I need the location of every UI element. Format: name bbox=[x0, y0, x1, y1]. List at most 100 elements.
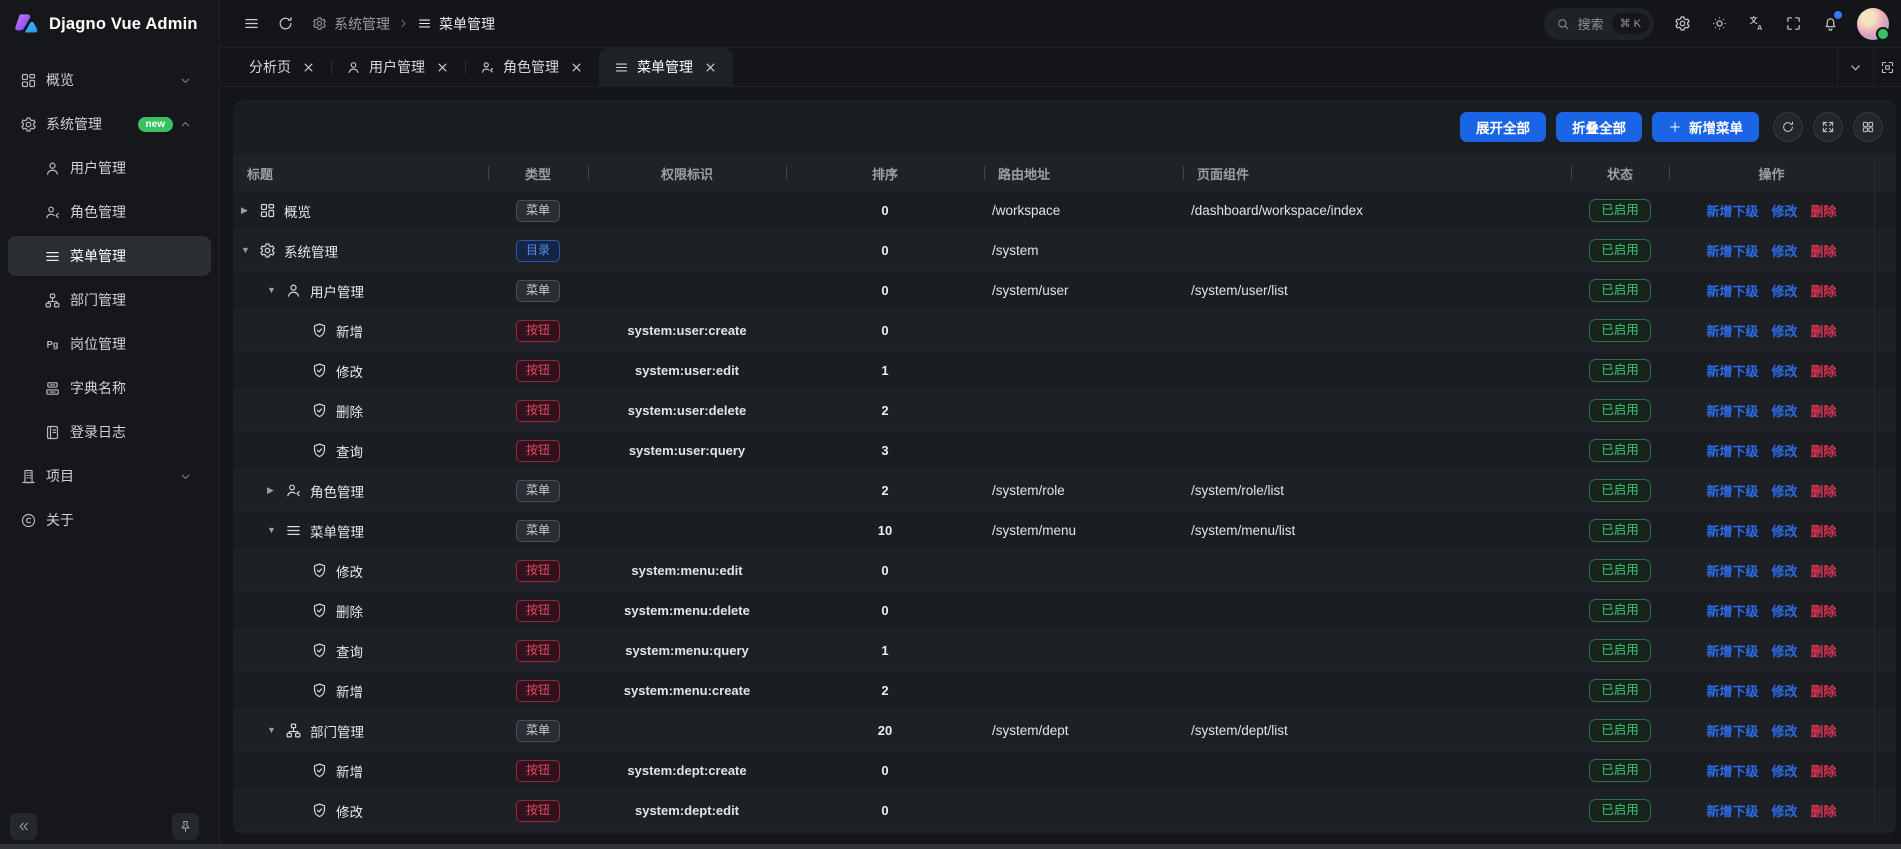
action-delete[interactable]: 删除 bbox=[1811, 721, 1837, 740]
expand-toggle[interactable]: ▼ bbox=[241, 246, 259, 255]
action-add-child[interactable]: 新增下级 bbox=[1706, 241, 1758, 260]
action-edit[interactable]: 修改 bbox=[1771, 241, 1797, 260]
action-delete[interactable]: 删除 bbox=[1811, 201, 1837, 220]
tab-users[interactable]: 用户管理 bbox=[331, 48, 465, 86]
action-add-child[interactable]: 新增下级 bbox=[1706, 441, 1758, 460]
breadcrumb-item-menu[interactable]: 菜单管理 bbox=[417, 14, 495, 34]
action-add-child[interactable]: 新增下级 bbox=[1706, 681, 1758, 700]
action-delete[interactable]: 删除 bbox=[1811, 441, 1837, 460]
action-add-child[interactable]: 新增下级 bbox=[1706, 601, 1758, 620]
sort-value: 0 bbox=[786, 203, 984, 218]
action-delete[interactable]: 删除 bbox=[1811, 401, 1837, 420]
action-add-child[interactable]: 新增下级 bbox=[1706, 481, 1758, 500]
action-edit[interactable]: 修改 bbox=[1771, 441, 1797, 460]
sidebar-item-概览[interactable]: 概览 bbox=[8, 60, 211, 100]
breadcrumb-item-system[interactable]: 系统管理 bbox=[312, 14, 390, 34]
tab-analysis[interactable]: 分析页 bbox=[234, 48, 331, 86]
search-input[interactable]: 搜索 ⌘ K bbox=[1544, 8, 1654, 40]
user-avatar[interactable] bbox=[1857, 8, 1889, 40]
action-delete[interactable]: 删除 bbox=[1811, 521, 1837, 540]
tab-close-icon[interactable] bbox=[703, 60, 718, 75]
action-add-child[interactable]: 新增下级 bbox=[1706, 401, 1758, 420]
action-add-child[interactable]: 新增下级 bbox=[1706, 201, 1758, 220]
table-row: 查询按钮system:user:query3已启用新增下级修改删除 bbox=[233, 431, 1896, 471]
sidebar-item-岗位管理[interactable]: Pg岗位管理 bbox=[8, 324, 211, 364]
action-add-child[interactable]: 新增下级 bbox=[1706, 321, 1758, 340]
expand-all-button[interactable]: 展开全部 bbox=[1460, 112, 1546, 142]
collapse-all-button[interactable]: 折叠全部 bbox=[1556, 112, 1642, 142]
action-delete[interactable]: 删除 bbox=[1811, 361, 1837, 380]
sidebar-item-用户管理[interactable]: 用户管理 bbox=[8, 148, 211, 188]
action-edit[interactable]: 修改 bbox=[1771, 721, 1797, 740]
sort-value: 0 bbox=[786, 563, 984, 578]
tab-roles[interactable]: 角色管理 bbox=[465, 48, 599, 86]
refresh-page-button[interactable] bbox=[268, 7, 302, 41]
action-add-child[interactable]: 新增下级 bbox=[1706, 281, 1758, 300]
notifications-button[interactable] bbox=[1813, 7, 1847, 41]
fullscreen-button[interactable] bbox=[1776, 7, 1810, 41]
action-add-child[interactable]: 新增下级 bbox=[1706, 721, 1758, 740]
theme-toggle-button[interactable] bbox=[1702, 7, 1736, 41]
action-edit[interactable]: 修改 bbox=[1771, 201, 1797, 220]
action-add-child[interactable]: 新增下级 bbox=[1706, 761, 1758, 780]
action-edit[interactable]: 修改 bbox=[1771, 481, 1797, 500]
action-add-child[interactable]: 新增下级 bbox=[1706, 561, 1758, 580]
sidebar-item-关于[interactable]: 关于 bbox=[8, 500, 211, 540]
add-menu-button[interactable]: 新增菜单 bbox=[1652, 112, 1759, 142]
action-edit[interactable]: 修改 bbox=[1771, 801, 1797, 820]
sidebar-item-项目[interactable]: 项目 bbox=[8, 456, 211, 496]
action-edit[interactable]: 修改 bbox=[1771, 761, 1797, 780]
action-edit[interactable]: 修改 bbox=[1771, 601, 1797, 620]
toggle-sidebar-button[interactable] bbox=[234, 7, 268, 41]
expand-toggle[interactable]: ▶ bbox=[267, 486, 285, 495]
expand-toggle[interactable]: ▼ bbox=[267, 526, 285, 535]
tab-close-icon[interactable] bbox=[569, 60, 584, 75]
refresh-table-button[interactable] bbox=[1773, 112, 1803, 142]
pin-sidebar-button[interactable] bbox=[172, 813, 199, 840]
sidebar-item-登录日志[interactable]: 登录日志 bbox=[8, 412, 211, 452]
expand-toggle[interactable]: ▼ bbox=[267, 726, 285, 735]
action-delete[interactable]: 删除 bbox=[1811, 481, 1837, 500]
sidebar-item-字典名称[interactable]: 字典名称 bbox=[8, 368, 211, 408]
action-edit[interactable]: 修改 bbox=[1771, 361, 1797, 380]
action-edit[interactable]: 修改 bbox=[1771, 281, 1797, 300]
action-delete[interactable]: 删除 bbox=[1811, 801, 1837, 820]
action-delete[interactable]: 删除 bbox=[1811, 681, 1837, 700]
language-button[interactable]: 文A bbox=[1739, 7, 1773, 41]
action-delete[interactable]: 删除 bbox=[1811, 321, 1837, 340]
action-delete[interactable]: 删除 bbox=[1811, 281, 1837, 300]
action-edit[interactable]: 修改 bbox=[1771, 521, 1797, 540]
column-settings-button[interactable] bbox=[1853, 112, 1883, 142]
action-add-child[interactable]: 新增下级 bbox=[1706, 521, 1758, 540]
action-delete[interactable]: 删除 bbox=[1811, 561, 1837, 580]
sidebar-item-部门管理[interactable]: 部门管理 bbox=[8, 280, 211, 320]
tab-close-icon[interactable] bbox=[301, 60, 316, 75]
expand-toggle[interactable]: ▼ bbox=[267, 286, 285, 295]
action-edit[interactable]: 修改 bbox=[1771, 681, 1797, 700]
sidebar-item-角色管理[interactable]: 角色管理 bbox=[8, 192, 211, 232]
action-delete[interactable]: 删除 bbox=[1811, 241, 1837, 260]
action-edit[interactable]: 修改 bbox=[1771, 561, 1797, 580]
tab-menus[interactable]: 菜单管理 bbox=[599, 48, 733, 86]
fullscreen-table-button[interactable] bbox=[1813, 112, 1843, 142]
action-edit[interactable]: 修改 bbox=[1771, 321, 1797, 340]
sidebar-item-菜单管理[interactable]: 菜单管理 bbox=[8, 236, 211, 276]
action-delete[interactable]: 删除 bbox=[1811, 601, 1837, 620]
action-delete[interactable]: 删除 bbox=[1811, 641, 1837, 660]
action-add-child[interactable]: 新增下级 bbox=[1706, 361, 1758, 380]
action-edit[interactable]: 修改 bbox=[1771, 401, 1797, 420]
hamburger-icon bbox=[243, 15, 260, 32]
collapse-sidebar-button[interactable] bbox=[10, 813, 37, 840]
expand-toggle[interactable]: ▶ bbox=[241, 206, 259, 215]
settings-button[interactable] bbox=[1665, 7, 1699, 41]
tab-close-icon[interactable] bbox=[435, 60, 450, 75]
action-add-child[interactable]: 新增下级 bbox=[1706, 641, 1758, 660]
action-add-child[interactable]: 新增下级 bbox=[1706, 801, 1758, 820]
horizontal-scrollbar[interactable] bbox=[0, 844, 1901, 849]
sidebar-item-系统管理[interactable]: 系统管理new bbox=[8, 104, 211, 144]
maximize-content-button[interactable] bbox=[1873, 48, 1901, 86]
action-edit[interactable]: 修改 bbox=[1771, 641, 1797, 660]
tab-list-dropdown-button[interactable] bbox=[1837, 48, 1873, 86]
action-delete[interactable]: 删除 bbox=[1811, 761, 1837, 780]
status-badge: 已启用 bbox=[1589, 639, 1651, 663]
